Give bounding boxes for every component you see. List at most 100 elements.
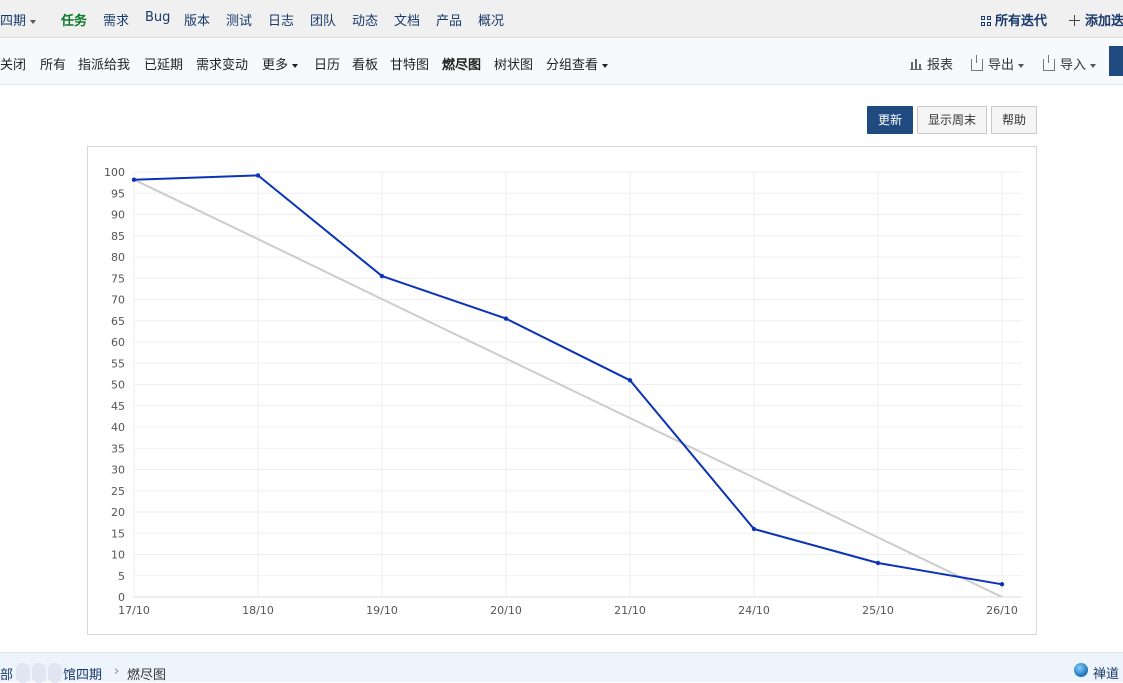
y-tick-label: 65 [111, 315, 125, 328]
nav-overview[interactable]: 概况 [478, 10, 504, 29]
help-button[interactable]: 帮助 [991, 106, 1037, 134]
blurred-text [48, 663, 62, 683]
y-tick-label: 0 [118, 591, 125, 604]
nav-product[interactable]: 产品 [436, 10, 462, 29]
nav-activity[interactable]: 动态 [352, 10, 378, 29]
breadcrumb-department[interactable]: 部 [0, 664, 13, 683]
y-tick-label: 60 [111, 336, 125, 349]
all-iterations-label: 所有迭代 [995, 14, 1048, 29]
data-point [999, 582, 1005, 587]
y-tick-label: 35 [111, 442, 125, 455]
nav-builds[interactable]: 版本 [184, 10, 210, 29]
data-point [131, 177, 137, 182]
ideal-burndown-line [133, 178, 1003, 598]
add-iteration-link[interactable]: 添加迭 [1069, 10, 1123, 29]
y-tick-label: 50 [111, 379, 125, 392]
import-icon [1043, 55, 1055, 71]
filter-all[interactable]: 所有 [40, 54, 66, 73]
view-tree[interactable]: 树状图 [494, 54, 533, 73]
breadcrumb-separator: › [114, 664, 120, 679]
export-label: 导出 [988, 58, 1015, 73]
y-tick-label: 40 [111, 421, 125, 434]
project-switcher[interactable]: 四期 [0, 10, 37, 29]
breadcrumb-project[interactable]: 馆四期 [63, 664, 102, 683]
plus-icon [1069, 15, 1080, 26]
data-point [751, 526, 757, 532]
y-tick-label: 100 [104, 166, 125, 179]
filter-assigned-to-me[interactable]: 指派给我 [78, 54, 130, 73]
burndown-chart: 0 5 10 15 20 25 30 35 40 45 50 55 60 65 70 75 80 85 90 95 10… [87, 146, 1037, 635]
nav-testing[interactable]: 测试 [226, 10, 252, 29]
brand-link[interactable]: 禅道 [1093, 663, 1119, 682]
data-point [379, 273, 385, 279]
y-tick-label: 55 [111, 357, 125, 370]
blurred-text [32, 663, 46, 683]
report-button[interactable]: 报表 [910, 54, 953, 73]
view-kanban[interactable]: 看板 [352, 54, 378, 73]
all-iterations-link[interactable]: 所有迭代 [981, 10, 1047, 29]
y-tick-label: 70 [111, 294, 125, 307]
bar-chart-icon [910, 58, 922, 70]
footer-breadcrumb: 部 馆四期 › 燃尽图 [0, 652, 1123, 683]
y-tick-label: 75 [111, 272, 125, 285]
top-navbar: 四期 任务 需求 Bug 版本 测试 日志 团队 动态 文档 产品 概况 所有迭… [0, 0, 1123, 38]
caret-down-icon [1090, 63, 1097, 68]
y-tick-label: 85 [111, 230, 125, 243]
y-tick-label: 10 [111, 549, 125, 562]
nav-tasks[interactable]: 任务 [61, 10, 87, 29]
view-gantt[interactable]: 甘特图 [390, 54, 429, 73]
x-tick-label: 24/10 [738, 604, 770, 617]
import-label: 导入 [1060, 58, 1087, 73]
more-menu[interactable]: 更多 [262, 54, 299, 73]
view-calendar[interactable]: 日历 [314, 54, 340, 73]
filter-story-changed[interactable]: 需求变动 [196, 54, 248, 73]
burndown-chart-svg: 0 5 10 15 20 25 30 35 40 45 50 55 60 65 70 75 80 85 90 95 10… [104, 166, 1022, 617]
y-tick-label: 90 [111, 209, 125, 222]
x-tick-label: 26/10 [986, 604, 1018, 617]
data-point [255, 173, 261, 178]
report-label: 报表 [927, 58, 954, 73]
nav-bug[interactable]: Bug [145, 10, 170, 25]
more-label: 更多 [262, 58, 289, 73]
data-point [875, 560, 881, 566]
y-tick-label: 30 [111, 464, 125, 477]
x-tick-label: 18/10 [242, 604, 274, 617]
caret-down-icon [292, 63, 299, 68]
x-tick-label: 21/10 [614, 604, 646, 617]
x-tick-label: 19/10 [366, 604, 398, 617]
caret-down-icon [1018, 63, 1025, 68]
nav-logs[interactable]: 日志 [268, 10, 294, 29]
nav-stories[interactable]: 需求 [103, 10, 129, 29]
actual-burndown-line [133, 174, 1003, 586]
y-tick-label: 5 [118, 570, 125, 583]
group-view-label: 分组查看 [546, 58, 599, 73]
nav-team[interactable]: 团队 [310, 10, 336, 29]
breadcrumb-current: 燃尽图 [127, 668, 167, 683]
export-icon [971, 55, 983, 71]
show-weekend-button[interactable]: 显示周末 [917, 106, 987, 134]
y-tick-label: 95 [111, 187, 125, 200]
x-tick-label: 20/10 [490, 604, 522, 617]
group-view-menu[interactable]: 分组查看 [546, 54, 609, 73]
side-action-tab[interactable] [1109, 46, 1123, 76]
y-tick-label: 80 [111, 251, 125, 264]
update-button[interactable]: 更新 [867, 106, 913, 134]
export-button[interactable]: 导出 [971, 54, 1025, 73]
x-tick-label: 25/10 [862, 604, 894, 617]
grid-icon [981, 16, 991, 26]
caret-down-icon [30, 19, 37, 24]
x-tick-label: 17/10 [118, 604, 150, 617]
blurred-text [16, 663, 30, 683]
nav-docs[interactable]: 文档 [394, 10, 420, 29]
view-burndown[interactable]: 燃尽图 [442, 54, 481, 73]
filter-closed[interactable]: 关闭 [0, 54, 26, 73]
y-tick-label: 25 [111, 485, 125, 498]
y-tick-label: 20 [111, 506, 125, 519]
caret-down-icon [602, 63, 609, 68]
y-tick-label: 45 [111, 400, 125, 413]
add-iteration-label: 添加迭 [1085, 14, 1123, 29]
import-button[interactable]: 导入 [1043, 54, 1097, 73]
data-point [503, 316, 509, 321]
globe-icon [1074, 663, 1088, 677]
filter-delayed[interactable]: 已延期 [144, 54, 183, 73]
